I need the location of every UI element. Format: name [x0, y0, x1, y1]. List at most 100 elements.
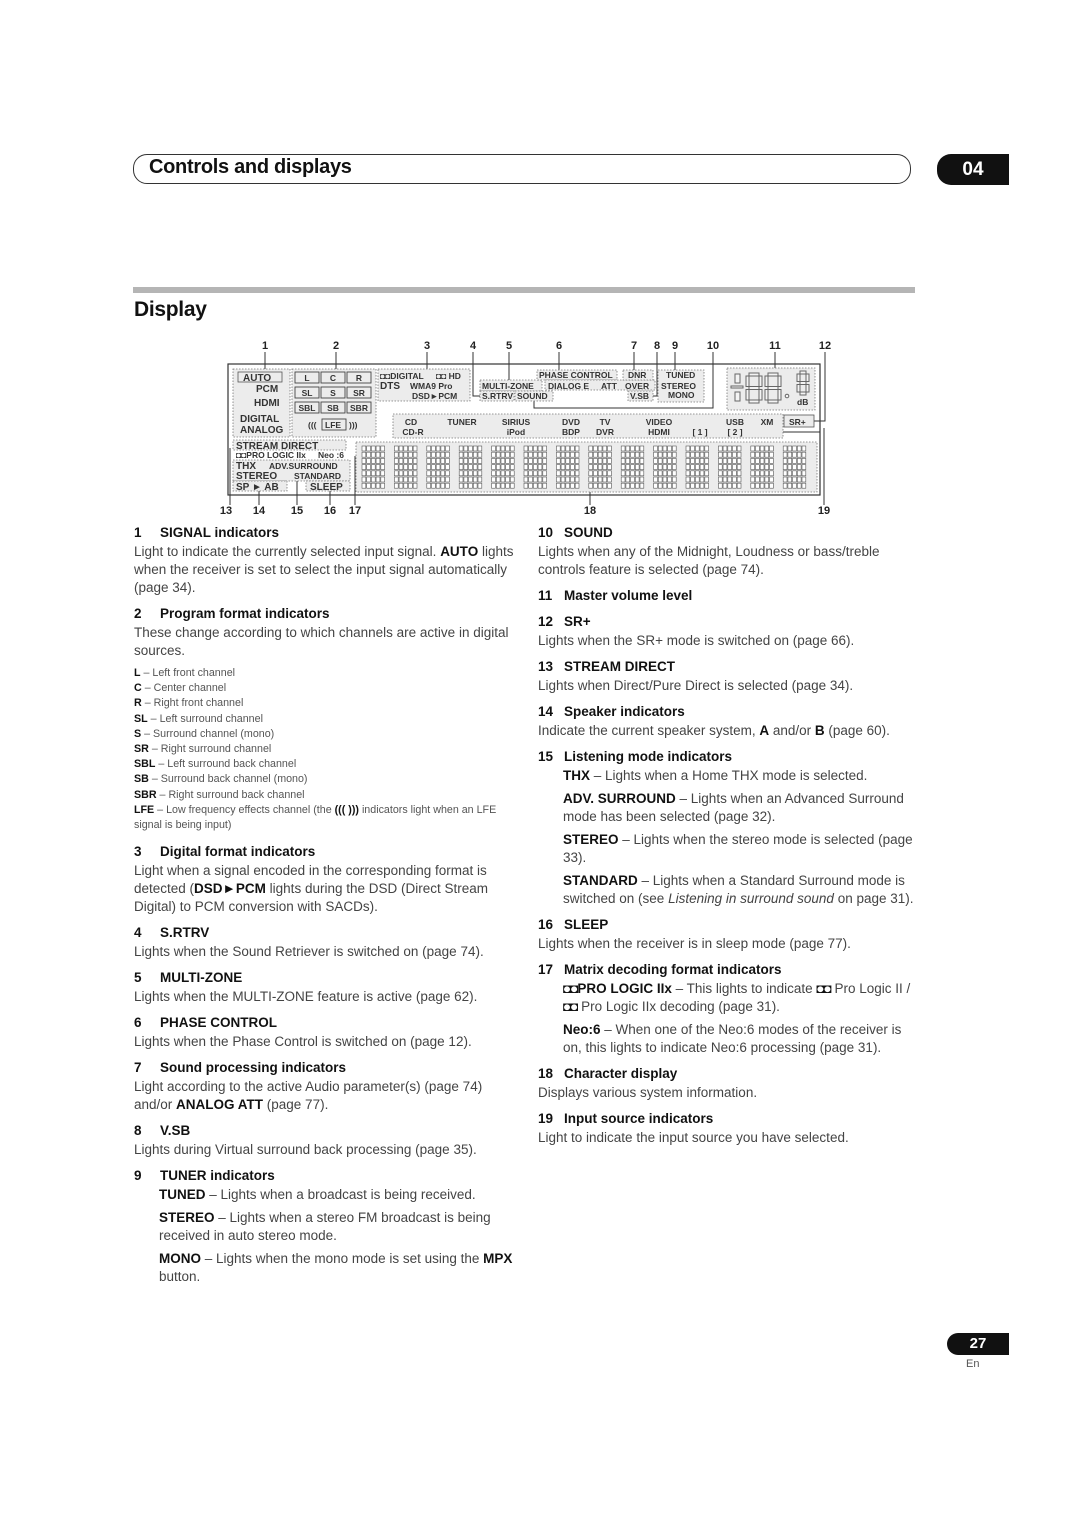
vsb-indicator: V.SB [630, 391, 649, 401]
over-indicator: OVER [625, 381, 649, 391]
att-indicator: ATT [601, 381, 618, 391]
item-title: Speaker indicators [564, 704, 685, 719]
legend-row: SR – Right surround channel [134, 742, 514, 757]
item-heading: 4 S.RTRV [134, 924, 514, 942]
callout-number: 8 [654, 340, 660, 352]
text-run: ADV. SURROUND [563, 791, 676, 806]
callout-number: 4 [470, 340, 477, 352]
dts-indicator: DTS [380, 381, 400, 392]
legend-separator: – [140, 667, 153, 679]
item-number: 17 [538, 962, 554, 977]
stereo-mode-indicator: STEREO [236, 471, 277, 482]
callouts-top: 1 2 3 4 5 6 7 8 9 10 11 12 [262, 340, 831, 352]
text-run: Indicate the current speaker system, [538, 723, 760, 738]
volume-unit-db: dB [797, 397, 808, 407]
legend-key: R [134, 697, 142, 710]
item-body: Lights when the SR+ mode is switched on … [538, 632, 918, 650]
item-number: 15 [538, 749, 554, 764]
analog-indicator: ANALOG [240, 425, 284, 436]
legend-row: L – Left front channel [134, 666, 514, 681]
auto-indicator: AUTO [243, 373, 271, 384]
item-body: These change according to which channels… [134, 624, 514, 660]
item-title: SR+ [564, 614, 591, 629]
item-title: Program format indicators [160, 606, 330, 621]
item-number: 10 [538, 525, 554, 540]
legend-row: SB – Surround back channel (mono) [134, 772, 514, 787]
callout-number: 15 [291, 505, 303, 517]
legend-row: C – Center channel [134, 681, 514, 696]
legend-row: S – Surround channel (mono) [134, 727, 514, 742]
item-number: 18 [538, 1066, 554, 1081]
description-item: 15 Listening mode indicators THX – Lights … [538, 748, 918, 908]
item-title: Matrix decoding format indicators [564, 962, 782, 977]
item-body: Lights when the receiver is in sleep mod… [538, 935, 918, 953]
item-title: Master volume level [564, 588, 693, 603]
text-run: A [759, 723, 770, 738]
description-item: 16 SLEEP Lights when the receiver is in sl… [538, 916, 918, 953]
minus-segment [734, 391, 741, 402]
item-title: Digital format indicators [160, 844, 316, 860]
lfe-wave-glyph: ((( ))) [334, 803, 359, 816]
legend-description: Left surround back channel [167, 758, 297, 771]
legend-key: SL [134, 712, 148, 725]
sub-item: STEREO – Lights when a stereo FM broadca… [134, 1209, 514, 1245]
description-item: 4 S.RTRV Lights when the Sound Retriever i… [134, 924, 514, 961]
description-item: 14 Speaker indicators Indicate the current… [538, 703, 918, 740]
item-heading: 10 SOUND [538, 524, 918, 542]
item-heading: 12 SR+ [538, 613, 918, 631]
item-heading: 16 SLEEP [538, 916, 918, 934]
dialog-e-indicator: DIALOG E [548, 381, 589, 391]
program-format-indicators: L C R SL S SR SBL SB SBR ((( LFE ))) [291, 368, 377, 438]
minus-segment [730, 385, 744, 389]
item-title: Sound processing indicators [160, 1060, 347, 1076]
speaker-indicator: SP ► AB [236, 482, 279, 493]
input-source-indicator: TUNER [447, 417, 476, 427]
character-cell [718, 445, 742, 489]
callout-number: 13 [220, 505, 232, 517]
description-item: 8 V.SB Lights during Virtual surround back… [134, 1122, 514, 1159]
legend-description: Center channel [153, 682, 227, 695]
text-run: (page 60). [824, 723, 890, 738]
character-cell [491, 445, 515, 489]
description-item: 1 SIGNAL indicators Light to indicate the … [134, 524, 514, 597]
input-source-indicator: CD [405, 417, 417, 427]
input-source-indicator: TV [600, 417, 611, 427]
text-run: Lights when the receiver is in sleep mod… [538, 936, 851, 951]
input-source-indicator: XM [761, 417, 774, 427]
item-number: 2 [134, 606, 142, 621]
legend-description: Right front channel [153, 697, 244, 710]
dsd-pcm-indicator: DSD►PCM [412, 391, 457, 401]
text-run: STEREO [563, 832, 619, 847]
channel-l-indicator: L [304, 373, 309, 383]
item-number: 4 [134, 925, 142, 941]
callout-number: 16 [324, 505, 336, 517]
description-item: 13 STREAM DIRECT Lights when Direct/Pure D… [538, 658, 918, 695]
text-run: Pro Logic IIx decoding (page 31). [577, 999, 780, 1014]
text-run: – When one of the Neo:6 modes of the rec… [563, 1022, 902, 1055]
item-title: TUNER indicators [160, 1168, 275, 1184]
item-body: Light according to the active Audio para… [134, 1078, 514, 1114]
description-item: 10 SOUND Lights when any of the Midnight, … [538, 524, 918, 579]
item-number: 11 [538, 588, 553, 603]
input-source-indicators: CD TUNER SIRIUS DVD TV VIDEO USB XM CD-R iPod BDP… [392, 413, 784, 439]
text-run: Lights when any of the Midnight, Loudnes… [538, 544, 880, 577]
character-cell [620, 445, 645, 489]
item-body: Lights when the Sound Retriever is switc… [134, 943, 514, 961]
input-source-indicator: CD-R [402, 427, 423, 437]
item-body: Light to indicate the input source you h… [538, 1129, 918, 1147]
item-heading: 19 Input source indicators [538, 1110, 918, 1128]
adv-surround-indicator: ADV.SURROUND [269, 461, 338, 471]
legend-separator: – [155, 758, 168, 771]
text-run: Neo:6 [563, 1022, 601, 1037]
item-heading: 15 Listening mode indicators [538, 748, 918, 766]
dolby-digital-indicator: ◘◘DIGITAL [380, 371, 424, 381]
item-number: 3 [134, 844, 142, 860]
text-run: These change according to which channels… [134, 625, 509, 658]
sleep-indicator: SLEEP [310, 482, 343, 493]
item-heading: 14 Speaker indicators [538, 703, 918, 721]
digital-indicator: DIGITAL [240, 414, 279, 425]
item-title: Input source indicators [564, 1111, 714, 1126]
description-item: 17 Matrix decoding format indicators ◘◘PRO… [538, 961, 918, 1057]
text-run: – Lights when the mono mode is set using… [201, 1251, 484, 1267]
description-item: 6 PHASE CONTROL Lights when the Phase Cont… [134, 1014, 514, 1051]
